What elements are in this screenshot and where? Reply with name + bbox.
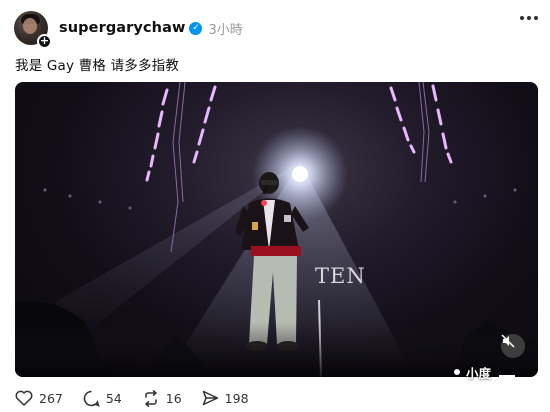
follow-plus-icon[interactable]: + — [37, 34, 52, 49]
comment-count: 54 — [105, 390, 122, 406]
more-dot-icon — [520, 16, 524, 20]
post-caption: 我是 Gay 曹格 请多多指教 — [15, 58, 180, 74]
spotlight-core — [292, 166, 308, 182]
watermark: 小度 — [454, 360, 550, 384]
post-header: + supergarychaw ✓ 3小時 — [14, 9, 243, 49]
watermark-dot-icon — [454, 369, 460, 375]
share-button[interactable]: 198 — [202, 390, 249, 406]
post-timestamp[interactable]: 3小時 — [208, 19, 242, 38]
mute-button[interactable] — [501, 334, 525, 358]
muted-speaker-icon — [501, 334, 515, 348]
share-count: 198 — [224, 390, 249, 406]
comment-icon — [83, 390, 100, 407]
more-dot-icon — [534, 16, 538, 20]
like-button[interactable]: 267 — [15, 390, 63, 406]
avatar[interactable]: + — [14, 11, 52, 49]
repost-count: 16 — [165, 390, 182, 406]
verified-badge-icon: ✓ — [189, 21, 203, 35]
repost-icon — [145, 389, 157, 407]
post-video[interactable]: TEN — [15, 82, 538, 377]
stage-text: TEN — [315, 264, 366, 288]
post-actions: 267 54 16 198 — [15, 389, 269, 407]
heart-icon — [15, 390, 33, 406]
more-options-button[interactable] — [520, 16, 538, 20]
avatar-face — [23, 18, 37, 34]
more-dot-icon — [527, 16, 531, 20]
repost-button[interactable]: 16 — [142, 389, 182, 407]
share-icon — [202, 390, 218, 406]
watermark-bar — [499, 374, 516, 378]
truss-right — [418, 82, 430, 183]
concert-scene: TEN — [15, 82, 538, 377]
truss-left — [170, 82, 186, 253]
watermark-label: 小度 — [466, 365, 492, 381]
comment-button[interactable]: 54 — [83, 390, 122, 407]
like-count: 267 — [39, 390, 63, 406]
username[interactable]: supergarychaw — [59, 20, 185, 36]
